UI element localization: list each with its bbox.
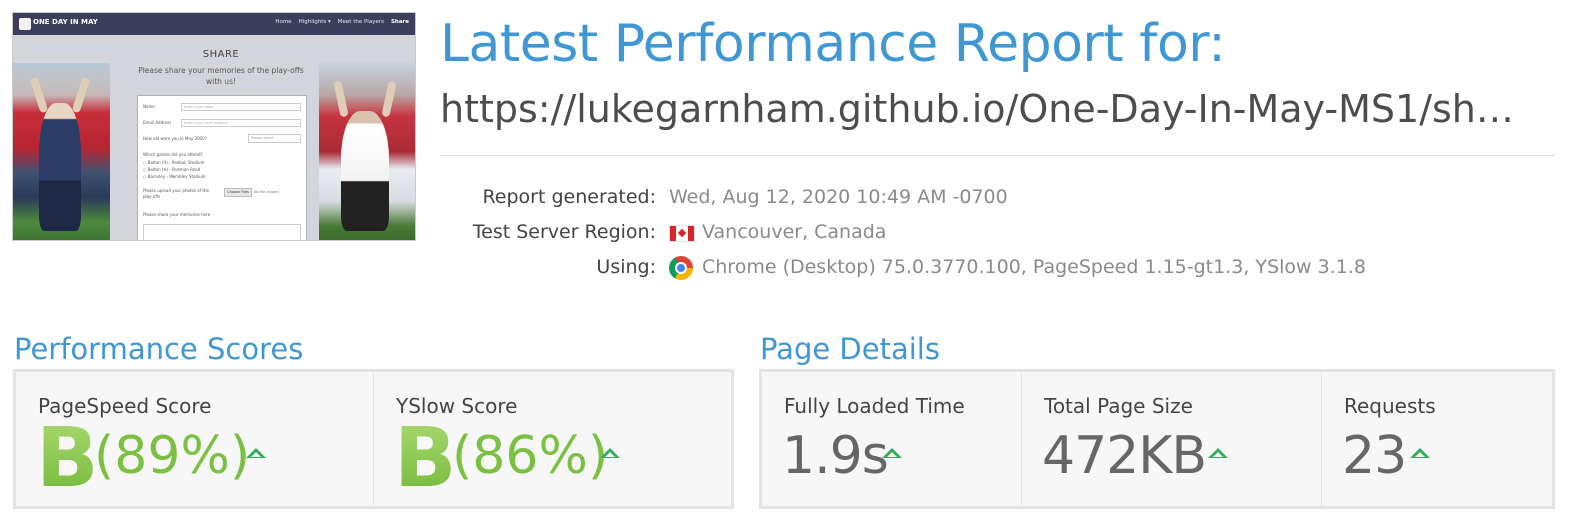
- pagespeed-grade: B: [36, 411, 98, 506]
- requests-card[interactable]: Requests 23: [1321, 372, 1552, 506]
- thumbnail-nav-home: Home: [275, 19, 292, 25]
- yslow-grade: B: [394, 411, 456, 506]
- thumbnail-nav-links: Home Highlights ▾ Meet the Players Share: [275, 19, 409, 25]
- pagespeed-percent: (89%): [94, 426, 251, 486]
- field-input: Enter your name: [181, 103, 301, 111]
- total-page-size-label: Total Page Size: [1044, 394, 1193, 418]
- thumbnail-upload-label: Please upload your photos of the play-of…: [143, 188, 209, 199]
- raised-arm: [333, 80, 349, 118]
- trend-up-icon: [1410, 448, 1430, 458]
- manager-figure: [39, 103, 81, 231]
- celebration-photo-right: [319, 63, 415, 240]
- thumbnail-memories-label: Please share your memories here: [143, 212, 211, 217]
- thumbnail-field-name: Name Enter your name: [143, 103, 301, 111]
- thumbnail-field-email: Email Address Enter your email address: [143, 119, 301, 127]
- page-details-panel: Fully Loaded Time 1.9s Total Page Size 4…: [759, 369, 1555, 509]
- thumbnail-nav-highlights: Highlights ▾: [298, 19, 331, 25]
- thumbnail-game-option: ○ Bolton (A) - Reebok Stadium: [143, 160, 205, 165]
- field-input: Enter your email address: [181, 119, 301, 127]
- player-figure: [341, 111, 389, 231]
- meta-row-using: Using: Chrome (Desktop) 75.0.3770.100, P…: [440, 252, 1540, 282]
- game-option-label: Bolton (A) - Reebok Stadium: [147, 160, 205, 165]
- performance-scores-panel: PageSpeed Score B (89%) YSlow Score B (8…: [13, 369, 734, 509]
- meta-row-generated: Report generated: Wed, Aug 12, 2020 10:4…: [440, 182, 1540, 212]
- header-divider: [440, 155, 1555, 156]
- using-value: Chrome (Desktop) 75.0.3770.100, PageSpee…: [702, 256, 1366, 278]
- site-screenshot-thumbnail: ONE DAY IN MAY Home Highlights ▾ Meet th…: [12, 12, 416, 241]
- report-title: Latest Performance Report for:: [440, 14, 1226, 74]
- thumbnail-brand: ONE DAY IN MAY: [33, 18, 98, 26]
- yslow-percent: (86%): [452, 426, 609, 486]
- thumbnail-no-file-note: No file chosen: [254, 190, 279, 194]
- region-value: Vancouver, Canada: [702, 221, 887, 243]
- page-details-title: Page Details: [760, 332, 940, 366]
- thumbnail-form: Name Enter your name Email Address Enter…: [137, 95, 307, 240]
- thumbnail-game-option: ○ Barnsley - Wembley Stadium: [143, 174, 206, 179]
- trend-up-icon: [882, 448, 902, 458]
- using-label: Using:: [596, 256, 656, 278]
- requests-label: Requests: [1344, 394, 1436, 418]
- raised-arm: [71, 76, 91, 114]
- thumbnail-navbar: ONE DAY IN MAY Home Highlights ▾ Meet th…: [13, 13, 415, 35]
- thumbnail-games-question: Which games did you attend?: [143, 152, 203, 157]
- thumbnail-choose-files-button: Choose Files: [224, 188, 252, 197]
- region-label: Test Server Region:: [472, 221, 656, 243]
- trend-up-icon: [600, 448, 620, 458]
- raised-arm: [29, 76, 49, 114]
- canada-flag-icon: [669, 225, 695, 242]
- meta-row-region: Test Server Region: Vancouver, Canada: [440, 217, 1540, 247]
- fully-loaded-time-value: 1.9s: [782, 426, 889, 486]
- field-label: Name: [143, 104, 155, 109]
- yslow-score-card[interactable]: YSlow Score B (86%): [373, 372, 731, 506]
- report-generated-value: Wed, Aug 12, 2020 10:49 AM -0700: [669, 186, 1008, 208]
- fully-loaded-time-card[interactable]: Fully Loaded Time 1.9s: [762, 372, 1021, 506]
- total-page-size-card[interactable]: Total Page Size 472KB: [1021, 372, 1321, 506]
- report-url[interactable]: https://lukegarnham.github.io/One-Day-In…: [440, 84, 1535, 134]
- trend-up-icon: [246, 448, 266, 458]
- thumbnail-memories-textarea: [143, 224, 301, 240]
- thumbnail-share-form-area: SHARE Please share your memories of the …: [123, 39, 319, 240]
- club-crest-icon: [19, 18, 31, 30]
- requests-value: 23: [1342, 426, 1407, 486]
- performance-scores-title: Performance Scores: [14, 332, 304, 366]
- field-label: Email Address: [143, 120, 172, 125]
- total-page-size-value: 472KB: [1042, 426, 1207, 486]
- pagespeed-score-card[interactable]: PageSpeed Score B (89%): [16, 372, 373, 506]
- fully-loaded-time-label: Fully Loaded Time: [784, 394, 965, 418]
- game-option-label: Barnsley - Wembley Stadium: [147, 174, 206, 179]
- thumbnail-nav-players: Meet the Players: [337, 19, 384, 25]
- chrome-icon: [669, 256, 693, 280]
- trend-up-icon: [1208, 448, 1228, 458]
- report-generated-label: Report generated:: [482, 186, 656, 208]
- thumbnail-age-select: Please select: [248, 134, 301, 143]
- raised-arm: [381, 80, 397, 118]
- thumbnail-heading: SHARE: [202, 49, 240, 60]
- celebration-photo-left: [13, 63, 110, 240]
- game-option-label: Bolton (H) - Portman Road: [147, 167, 201, 172]
- thumbnail-nav-share: Share: [390, 19, 409, 25]
- thumbnail-game-option: ○ Bolton (H) - Portman Road: [143, 167, 201, 172]
- thumbnail-intro: Please share your memories of the play-o…: [138, 66, 304, 86]
